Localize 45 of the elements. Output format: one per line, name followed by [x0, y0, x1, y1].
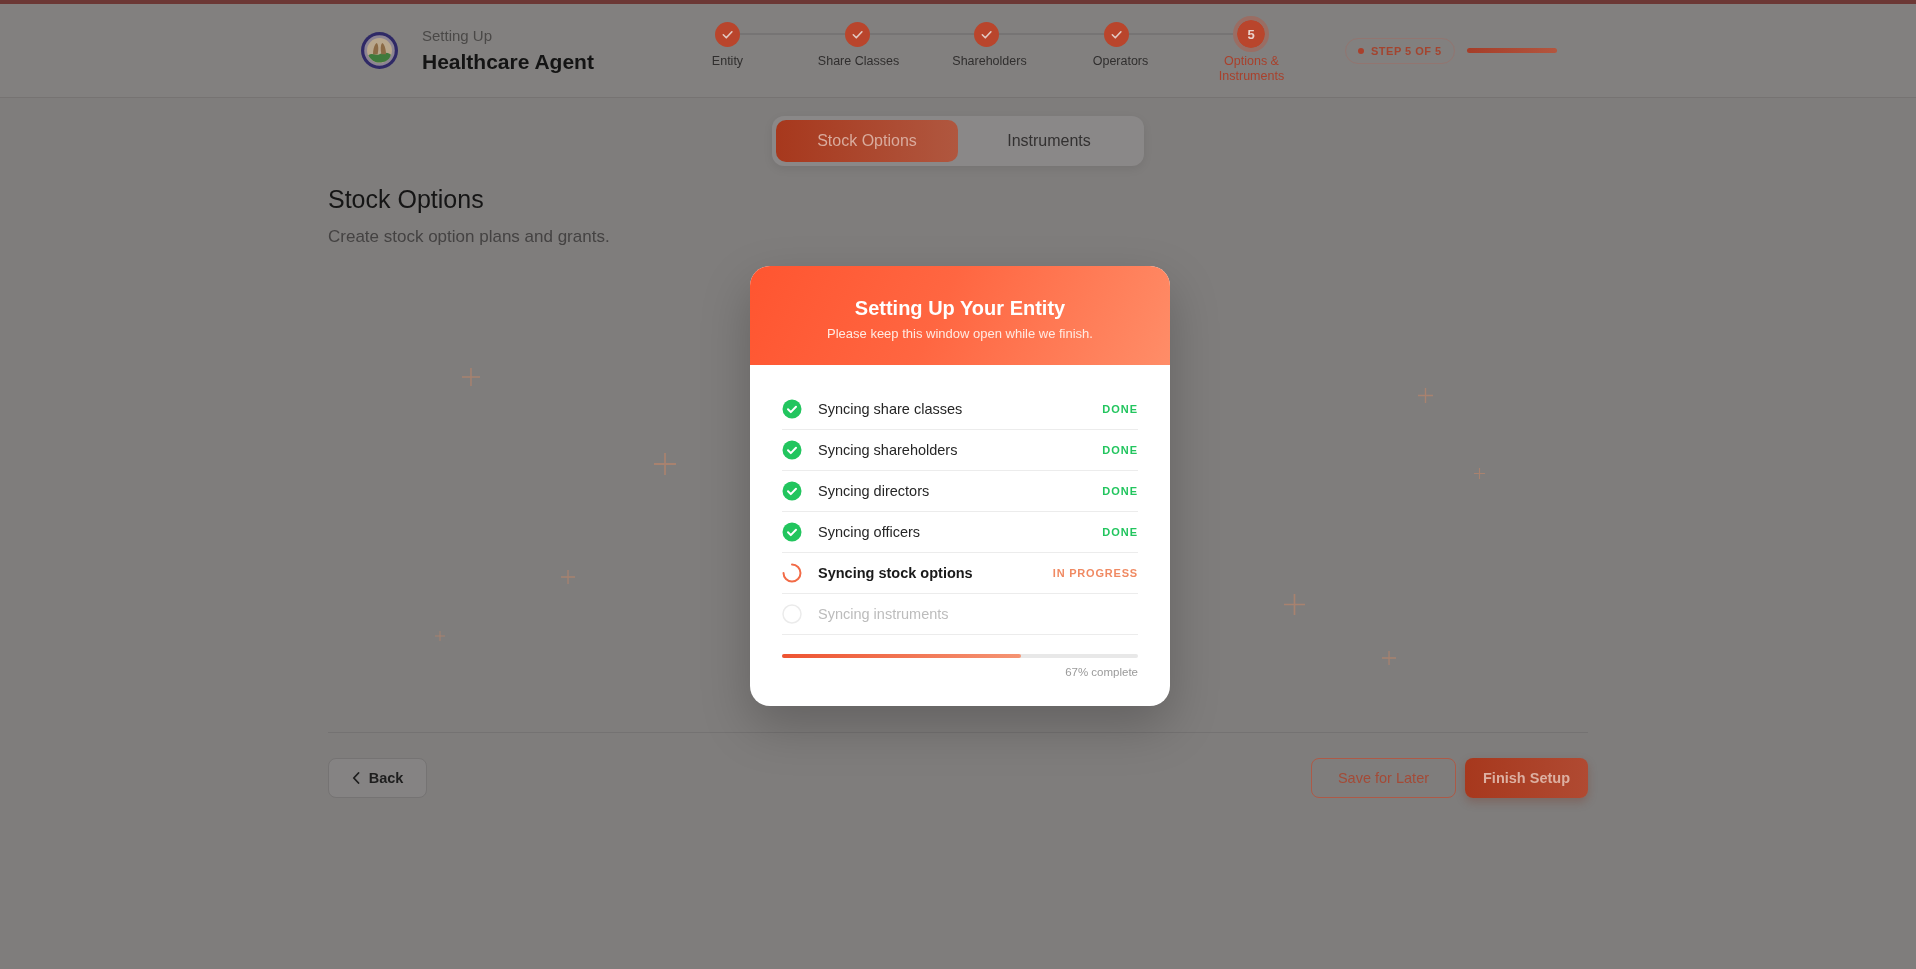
task-status: DONE — [1102, 444, 1138, 456]
step-label: Operators — [1092, 54, 1149, 70]
modal-title: Setting Up Your Entity — [854, 296, 1066, 320]
step-label: Entity — [711, 54, 744, 70]
task-label: Syncing stock options — [818, 565, 973, 581]
plus-icon — [1283, 593, 1305, 615]
tab[interactable]: Instruments — [958, 120, 1140, 162]
section-description: Create stock option plans and grants. — [328, 226, 610, 248]
check-circle-icon — [782, 481, 802, 501]
task-label: Syncing officers — [818, 524, 921, 540]
check-circle-icon — [782, 440, 802, 460]
task-status: IN PROGRESS — [1052, 567, 1138, 579]
plus-icon — [1417, 387, 1433, 403]
section-heading: Stock Options — [328, 184, 484, 214]
modal-subtitle: Please keep this window open while we finish. — [827, 326, 1093, 342]
chevron-left-icon — [351, 772, 360, 784]
task-status: DONE — [1102, 526, 1138, 538]
task-status: DONE — [1102, 485, 1138, 497]
header-eyebrow: Setting Up — [422, 27, 493, 45]
plus-icon — [462, 368, 480, 386]
plus-icon — [1473, 467, 1485, 479]
back-button[interactable]: Back — [328, 758, 427, 798]
task-label: Syncing instruments — [818, 606, 949, 622]
plus-icon — [654, 453, 676, 475]
plus-icon — [1382, 651, 1396, 665]
progress-percent-text: 67% complete — [1065, 665, 1138, 679]
header-title: Healthcare Agent — [422, 50, 594, 74]
seal-logo-icon — [361, 32, 398, 69]
task-label: Syncing share classes — [818, 401, 963, 417]
spinner-icon — [782, 563, 802, 583]
plus-icon — [435, 631, 445, 641]
step-count-text: STEP 5 OF 5 — [1371, 44, 1442, 57]
check-circle-icon — [782, 522, 802, 542]
task-label: Syncing shareholders — [818, 442, 958, 458]
step-number: 5 — [1233, 16, 1269, 52]
check-circle-icon — [782, 399, 802, 419]
task-status: DONE — [1102, 403, 1138, 415]
step-label: Options & Instruments — [1217, 54, 1286, 84]
step-label: Shareholders — [952, 54, 1027, 70]
task-label: Syncing directors — [818, 483, 930, 499]
status-dot-icon — [1358, 47, 1364, 54]
step-label: Share Classes — [817, 54, 900, 70]
finish-button[interactable]: Finish Setup — [1465, 758, 1588, 798]
tab[interactable]: Stock Options — [776, 120, 958, 162]
plus-icon — [561, 570, 575, 584]
